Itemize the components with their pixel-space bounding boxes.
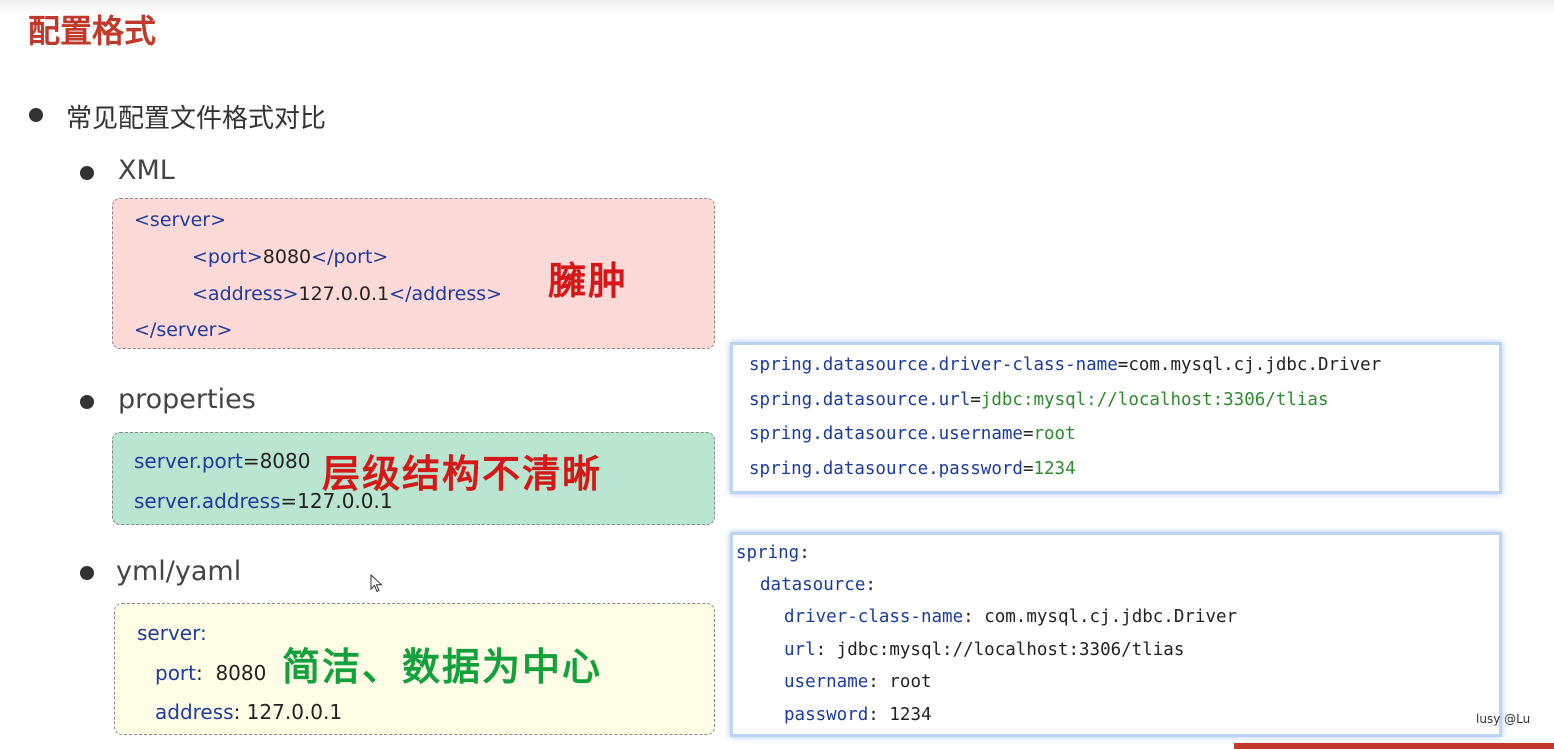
code-key: datasource	[760, 575, 866, 595]
code-value: : root	[868, 672, 932, 692]
code-line: driver-class-name: com.mysql.cj.jdbc.Dri…	[784, 607, 1237, 627]
xml-line-3: <address>127.0.0.1</address>	[192, 283, 502, 305]
properties-label: properties	[118, 384, 256, 415]
code-key: url	[784, 640, 816, 660]
properties-value: =8080	[242, 449, 311, 473]
yml-key: address	[155, 700, 234, 724]
bullet-dot	[80, 566, 94, 580]
bullet-dot	[80, 166, 94, 180]
yml-line-2: port: 8080	[155, 661, 266, 685]
bottom-accent-bar	[1234, 743, 1554, 749]
main-bullet-text: 常见配置文件格式对比	[66, 104, 327, 134]
xml-token: <address>	[192, 283, 299, 305]
code-key: username	[784, 672, 869, 692]
properties-code-block: spring.datasource.driver-class-name=com.…	[730, 342, 1502, 494]
xml-label: XML	[118, 155, 175, 186]
code-value: : 1234	[868, 705, 932, 725]
watermark: lusy @Lu	[1476, 712, 1531, 726]
code-line: username: root	[784, 672, 932, 692]
code-punct: =	[970, 390, 981, 410]
properties-key: server.address	[134, 489, 281, 513]
code-key: password	[784, 705, 869, 725]
yml-key: server:	[137, 621, 207, 645]
xml-line-2: <port>8080</port>	[192, 246, 388, 268]
code-line: spring.datasource.username=root	[749, 424, 1076, 444]
code-line: spring.datasource.driver-class-name=com.…	[749, 355, 1381, 375]
xml-line-1: <server>	[134, 209, 226, 231]
slide-top-bar	[0, 0, 1554, 14]
xml-value: 127.0.0.1	[298, 283, 390, 305]
code-value: : jdbc:mysql://localhost:3306/tlias	[815, 640, 1185, 660]
yml-key: port	[155, 661, 196, 685]
code-punct: =	[1022, 459, 1034, 479]
code-punct: =	[1022, 424, 1034, 444]
xml-token: </address>	[389, 283, 503, 305]
code-key: spring.datasource.password	[749, 459, 1023, 479]
yml-value: : 8080	[196, 661, 267, 685]
yml-code-block: spring: datasource: driver-class-name: c…	[730, 532, 1502, 737]
code-value: root	[1033, 424, 1076, 444]
code-line: password: 1234	[784, 705, 932, 725]
bullet-dot	[80, 395, 94, 409]
properties-line-1: server.port=8080	[134, 449, 310, 473]
yml-annotation: 简洁、数据为中心	[282, 644, 603, 689]
xml-token: </port>	[311, 246, 389, 268]
code-line: spring.datasource.url=jdbc:mysql://local…	[749, 390, 1329, 410]
xml-token: <server>	[134, 209, 226, 231]
code-key: spring.datasource.url	[749, 390, 971, 410]
xml-line-4: </server>	[134, 319, 232, 341]
code-value: com.mysql.cj.jdbc.Driver	[1128, 355, 1382, 375]
code-key: spring	[736, 543, 800, 563]
code-value: 1234	[1033, 459, 1076, 479]
code-key: spring.datasource.username	[749, 424, 1023, 444]
code-line: spring.datasource.password=1234	[749, 459, 1076, 479]
code-punct: =	[1117, 355, 1129, 375]
xml-token: </server>	[134, 319, 233, 341]
code-line: datasource:	[760, 575, 876, 595]
xml-value: 8080	[262, 246, 312, 268]
bullet-dot	[29, 108, 43, 122]
yml-line-3: address: 127.0.0.1	[155, 700, 342, 724]
code-punct: :	[865, 575, 876, 595]
properties-key: server.port	[134, 449, 243, 473]
properties-annotation: 层级结构不清晰	[322, 451, 603, 496]
code-key: spring.datasource.driver-class-name	[749, 355, 1118, 375]
code-key: driver-class-name	[784, 607, 964, 627]
code-value: : com.mysql.cj.jdbc.Driver	[963, 607, 1238, 627]
yml-label: yml/yaml	[116, 556, 242, 587]
yml-line-1: server:	[137, 621, 207, 645]
xml-annotation: 臃肿	[548, 258, 629, 303]
mouse-cursor-icon	[370, 574, 383, 593]
yml-value: : 127.0.0.1	[233, 700, 343, 724]
code-value: jdbc:mysql://localhost:3306/tlias	[980, 390, 1329, 410]
code-punct: :	[799, 543, 810, 563]
xml-token: <port>	[192, 246, 263, 268]
code-line: spring:	[736, 543, 810, 563]
slide-title: 配置格式	[28, 12, 157, 50]
code-line: url: jdbc:mysql://localhost:3306/tlias	[784, 640, 1184, 660]
